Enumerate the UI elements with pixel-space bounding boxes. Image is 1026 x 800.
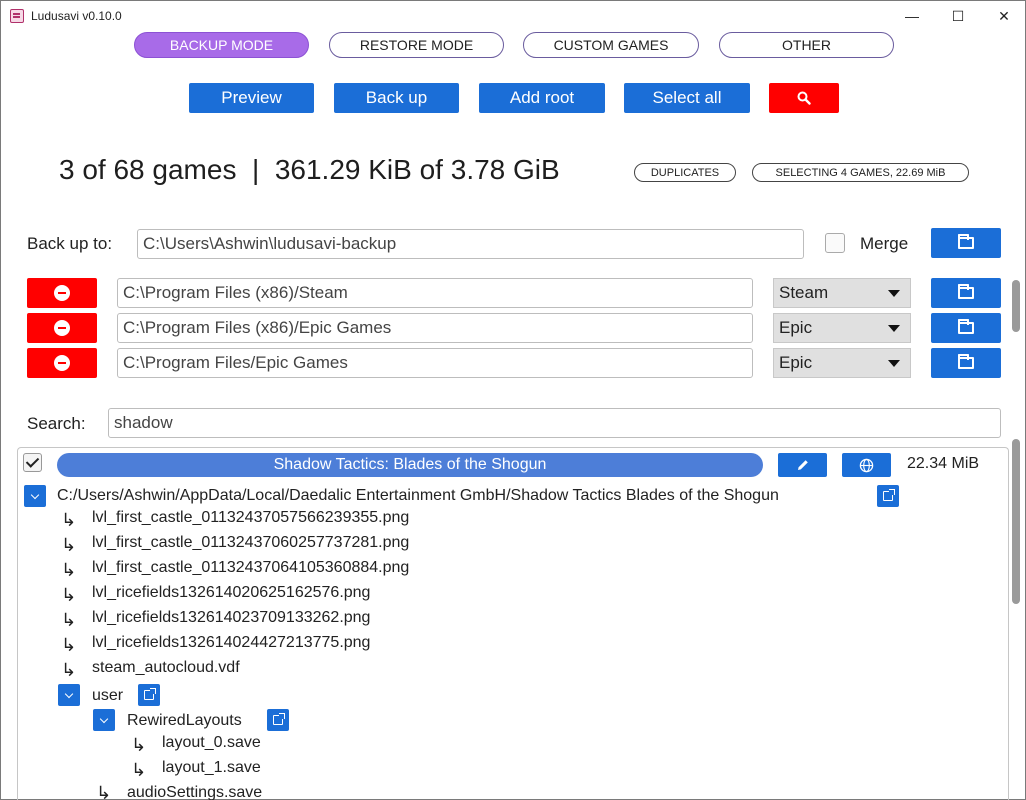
browse-backup-folder-button[interactable] bbox=[931, 228, 1001, 258]
select-all-button[interactable]: Select all bbox=[624, 83, 750, 113]
search-input[interactable]: shadow bbox=[108, 408, 1001, 438]
tree-arrow-icon: ↳ bbox=[96, 783, 112, 800]
tree-file: layout_0.save bbox=[162, 734, 261, 751]
root-store-select[interactable]: Epic bbox=[773, 348, 911, 378]
browse-root-folder-button[interactable] bbox=[931, 313, 1001, 343]
tab-other[interactable]: OTHER bbox=[719, 32, 894, 58]
root-store-value: Steam bbox=[779, 283, 829, 302]
browse-root-folder-button[interactable] bbox=[931, 348, 1001, 378]
user-folder-label: user bbox=[92, 687, 124, 704]
tree-file: lvl_first_castle_01132437064105360884.pn… bbox=[92, 559, 410, 576]
tab-custom-games[interactable]: CUSTOM GAMES bbox=[523, 32, 699, 58]
open-user-folder-button[interactable] bbox=[138, 684, 160, 706]
folder-icon bbox=[958, 319, 974, 334]
root-store-select[interactable]: Steam bbox=[773, 278, 911, 308]
collapse-root-button[interactable] bbox=[24, 485, 46, 507]
selecting-badge[interactable]: SELECTING 4 GAMES, 22.69 MiB bbox=[752, 163, 969, 182]
maximize-button[interactable]: ☐ bbox=[935, 1, 981, 31]
backup-target-label: Back up to: bbox=[27, 234, 113, 253]
summary-text: 3 of 68 games | 361.29 KiB of 3.78 GiB bbox=[59, 154, 560, 185]
chevron-down-icon bbox=[888, 325, 900, 332]
tab-backup-mode[interactable]: BACKUP MODE bbox=[134, 32, 309, 58]
game-wiki-button[interactable] bbox=[842, 453, 891, 477]
remove-root-button[interactable] bbox=[27, 313, 97, 343]
game-checkbox[interactable] bbox=[23, 453, 42, 472]
root-path-input[interactable]: C:\Program Files (x86)/Epic Games bbox=[117, 313, 753, 343]
back-up-button[interactable]: Back up bbox=[334, 83, 459, 113]
close-icon: ✕ bbox=[998, 7, 1010, 24]
globe-icon bbox=[859, 458, 874, 472]
root-path-input[interactable]: C:\Program Files (x86)/Steam bbox=[117, 278, 753, 308]
tree-arrow-icon: ↳ bbox=[61, 510, 77, 531]
tree-file: lvl_ricefields132614023709133262.png bbox=[92, 609, 371, 626]
minus-circle-icon bbox=[54, 320, 70, 336]
chevron-down-icon bbox=[64, 689, 74, 698]
open-root-folder-button[interactable] bbox=[877, 485, 899, 507]
title-bar: Ludusavi v0.10.0 — ☐ ✕ bbox=[1, 1, 1025, 31]
chevron-down-icon bbox=[30, 490, 40, 499]
preview-button[interactable]: Preview bbox=[189, 83, 314, 113]
chevron-down-icon bbox=[888, 290, 900, 297]
chevron-down-icon bbox=[99, 714, 109, 723]
duplicates-badge[interactable]: DUPLICATES bbox=[634, 163, 736, 182]
minus-circle-icon bbox=[54, 355, 70, 371]
minimize-button[interactable]: — bbox=[889, 1, 935, 31]
search-button[interactable] bbox=[769, 83, 839, 113]
open-rewired-folder-button[interactable] bbox=[267, 709, 289, 731]
root-store-value: Epic bbox=[779, 353, 813, 372]
game-title[interactable]: Shadow Tactics: Blades of the Shogun bbox=[57, 453, 763, 477]
external-link-icon bbox=[273, 713, 285, 725]
rewired-folder-label: RewiredLayouts bbox=[127, 712, 242, 729]
root-path-input[interactable]: C:\Program Files/Epic Games bbox=[117, 348, 753, 378]
search-label: Search: bbox=[27, 414, 86, 433]
search-icon bbox=[797, 91, 811, 105]
app-icon bbox=[10, 9, 24, 23]
close-button[interactable]: ✕ bbox=[981, 1, 1026, 31]
merge-label: Merge bbox=[860, 234, 909, 253]
minimize-icon: — bbox=[905, 8, 919, 24]
remove-root-button[interactable] bbox=[27, 278, 97, 308]
folder-icon bbox=[958, 234, 974, 249]
tree-arrow-icon: ↳ bbox=[61, 610, 77, 631]
folder-icon bbox=[958, 354, 974, 369]
remove-root-button[interactable] bbox=[27, 348, 97, 378]
minus-circle-icon bbox=[54, 285, 70, 301]
external-link-icon bbox=[144, 688, 156, 700]
collapse-user-folder-button[interactable] bbox=[58, 684, 80, 706]
root-path-label: C:/Users/Ashwin/AppData/Local/Daedalic E… bbox=[57, 487, 779, 504]
tree-file: audioSettings.save bbox=[127, 784, 263, 800]
browse-root-folder-button[interactable] bbox=[931, 278, 1001, 308]
folder-icon bbox=[958, 284, 974, 299]
chevron-down-icon bbox=[888, 360, 900, 367]
tree-arrow-icon: ↳ bbox=[131, 760, 147, 781]
root-store-value: Epic bbox=[779, 318, 813, 337]
edit-game-button[interactable] bbox=[778, 453, 827, 477]
game-size: 22.34 MiB bbox=[907, 455, 980, 472]
window-title: Ludusavi v0.10.0 bbox=[31, 9, 122, 23]
tree-file: lvl_ricefields132614020625162576.png bbox=[92, 584, 371, 601]
game-list-scrollbar[interactable] bbox=[1012, 439, 1020, 604]
backup-target-input[interactable]: C:\Users\Ashwin\ludusavi-backup bbox=[137, 229, 804, 259]
tree-arrow-icon: ↳ bbox=[61, 635, 77, 656]
tree-file: layout_1.save bbox=[162, 759, 261, 776]
tree-file: lvl_first_castle_01132437060257737281.pn… bbox=[92, 534, 410, 551]
merge-checkbox[interactable] bbox=[825, 233, 845, 253]
external-link-icon bbox=[883, 489, 895, 501]
tree-file: lvl_first_castle_01132437057566239355.pn… bbox=[92, 509, 410, 526]
tab-restore-mode[interactable]: RESTORE MODE bbox=[329, 32, 504, 58]
tree-arrow-icon: ↳ bbox=[61, 585, 77, 606]
tree-arrow-icon: ↳ bbox=[131, 735, 147, 756]
collapse-rewired-folder-button[interactable] bbox=[93, 709, 115, 731]
maximize-icon: ☐ bbox=[951, 7, 965, 24]
tree-arrow-icon: ↳ bbox=[61, 535, 77, 556]
root-store-select[interactable]: Epic bbox=[773, 313, 911, 343]
tree-file: steam_autocloud.vdf bbox=[92, 659, 240, 676]
add-root-button[interactable]: Add root bbox=[479, 83, 605, 113]
roots-scrollbar[interactable] bbox=[1012, 280, 1020, 332]
tree-arrow-icon: ↳ bbox=[61, 560, 77, 581]
tree-arrow-icon: ↳ bbox=[61, 660, 77, 681]
pencil-icon bbox=[797, 460, 808, 470]
tree-file: lvl_ricefields132614024427213775.png bbox=[92, 634, 371, 651]
